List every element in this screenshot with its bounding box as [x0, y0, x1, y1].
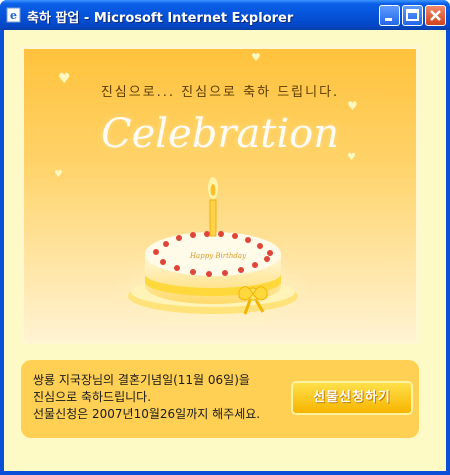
cake-text: Happy Birthday	[189, 252, 247, 260]
notice-text: 쌍룡 지국장님의 결혼기념일(11월 06일)을 진심으로 축하드립니다. 선물…	[33, 372, 260, 423]
close-button[interactable]	[425, 5, 446, 26]
maximize-button[interactable]	[402, 5, 423, 26]
celebration-card: ♥ ♥ ♥ ♥ ♥ 진심으로... 진심으로 축하 드립니다. Celebrat…	[21, 46, 419, 344]
close-icon	[430, 10, 441, 21]
browser-window: e 축하 팝업 - Microsoft Internet Explorer ♥ …	[0, 0, 450, 475]
notice-line: 진심으로 축하드립니다.	[33, 390, 152, 404]
svg-text:e: e	[10, 9, 17, 22]
minimize-icon	[385, 18, 392, 21]
window-title: 축하 팝업 - Microsoft Internet Explorer	[27, 11, 294, 26]
window-bottom-border	[0, 471, 450, 475]
notice-line: 선물신청은 2007년10월26일까지 해주세요.	[33, 407, 261, 421]
minimize-button[interactable]	[379, 5, 400, 26]
gift-request-button[interactable]: 선물신청하기	[291, 381, 413, 415]
title-bar[interactable]: e 축하 팝업 - Microsoft Internet Explorer	[0, 0, 450, 30]
cake-illustration: Happy Birthday	[113, 177, 313, 328]
ie-icon: e	[6, 7, 22, 23]
notice-line: 쌍룡 지국장님의 결혼기념일(11월 06일)을	[33, 373, 250, 387]
notice-panel: 쌍룡 지국장님의 결혼기념일(11월 06일)을 진심으로 축하드립니다. 선물…	[21, 360, 419, 438]
maximize-icon	[406, 9, 419, 21]
